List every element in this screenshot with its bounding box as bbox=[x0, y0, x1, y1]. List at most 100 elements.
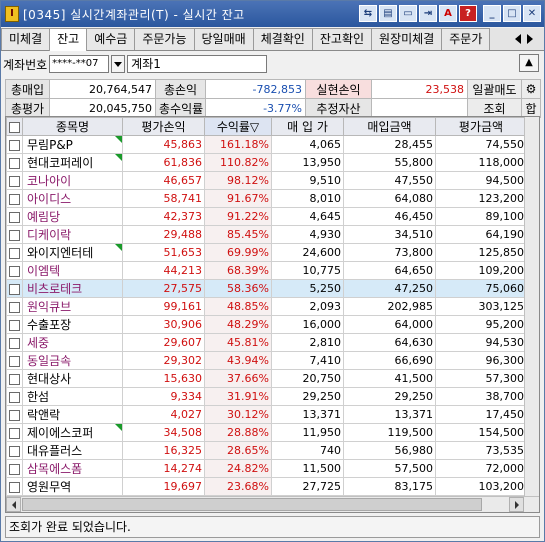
export-icon[interactable]: ⇥ bbox=[419, 5, 437, 22]
vertical-scrollbar[interactable] bbox=[524, 117, 539, 497]
table-row[interactable]: 세중 29,607 45.81% 2,810 64,630 94,530 bbox=[6, 333, 527, 352]
print-icon[interactable]: ▤ bbox=[379, 5, 397, 22]
row-checkbox[interactable] bbox=[6, 225, 23, 244]
buy-price: 5,250 bbox=[271, 279, 344, 298]
tab-balance-check[interactable]: 잔고확인 bbox=[311, 28, 373, 50]
row-checkbox[interactable] bbox=[6, 243, 23, 262]
buy-price: 10,775 bbox=[271, 261, 344, 280]
batch-sell-button[interactable]: 일괄매도 bbox=[467, 79, 522, 99]
table-row[interactable]: 아이디스 58,741 91.67% 8,010 64,080 123,200 bbox=[6, 189, 527, 208]
font-icon[interactable]: A bbox=[439, 5, 457, 22]
flag-icon bbox=[115, 154, 122, 161]
table-row[interactable]: 동일금속 29,302 43.94% 7,410 66,690 96,300 bbox=[6, 351, 527, 370]
window-icon[interactable]: ▭ bbox=[399, 5, 417, 22]
row-checkbox[interactable] bbox=[6, 351, 23, 370]
table-row[interactable]: 대유플러스 16,325 28.65% 740 56,980 73,535 bbox=[6, 441, 527, 460]
table-row[interactable]: 락앤락 4,027 30.12% 13,371 13,371 17,450 bbox=[6, 405, 527, 424]
eval-pl: 99,161 bbox=[122, 297, 205, 316]
row-checkbox[interactable] bbox=[6, 171, 23, 190]
stock-name: 비츠로테크 bbox=[22, 279, 123, 298]
return-rate: 68.39% bbox=[204, 261, 272, 280]
table-row[interactable]: 디케이락 29,488 85.45% 4,930 34,510 64,190 bbox=[6, 225, 527, 244]
tab-fill-check[interactable]: 체결확인 bbox=[252, 28, 313, 50]
table-row[interactable]: 와이지엔터테 51,653 69.99% 24,600 73,800 125,850 bbox=[6, 243, 527, 262]
table-row[interactable]: 삼목에스폼 14,274 24.82% 11,500 57,500 72,000 bbox=[6, 459, 527, 478]
row-checkbox[interactable] bbox=[6, 153, 23, 172]
tab-balance[interactable]: 잔고 bbox=[49, 28, 88, 51]
holdings-grid[interactable]: 종목명 평가손익 수익률▽ 매 입 가 매입금액 평가금액 무림P&P 45,86… bbox=[5, 116, 540, 513]
title-bar[interactable]: I [0345] 실시간계좌관리(T) - 실시간 잔고 ⇆ ▤ ▭ ⇥ A ?… bbox=[1, 1, 544, 27]
tab-daytrade[interactable]: 당일매매 bbox=[193, 28, 254, 50]
buy-amount: 55,800 bbox=[343, 153, 436, 172]
table-row[interactable]: 원익큐브 99,161 48.85% 2,093 202,985 303,125 bbox=[6, 297, 527, 316]
table-row[interactable]: 비츠로테크 27,575 58.36% 5,250 47,250 75,060 bbox=[6, 279, 527, 298]
row-checkbox[interactable] bbox=[6, 207, 23, 226]
row-checkbox[interactable] bbox=[6, 459, 23, 478]
select-all-checkbox[interactable] bbox=[6, 117, 23, 136]
column-header[interactable]: 평가손익 bbox=[122, 117, 205, 136]
column-header[interactable]: 종목명 bbox=[22, 117, 123, 136]
account-dropdown[interactable] bbox=[111, 55, 126, 73]
table-row[interactable]: 무림P&P 45,863 161.18% 4,065 28,455 74,550 bbox=[6, 135, 527, 154]
eval-pl: 15,630 bbox=[122, 369, 205, 388]
table-row[interactable]: 현대상사 15,630 37.66% 20,750 41,500 57,300 bbox=[6, 369, 527, 388]
settings-icon[interactable]: ⚙ bbox=[521, 79, 541, 99]
return-rate: 85.45% bbox=[204, 225, 272, 244]
link-icon[interactable]: ⇆ bbox=[359, 5, 377, 22]
horizontal-scrollbar[interactable] bbox=[6, 496, 539, 512]
row-checkbox[interactable] bbox=[6, 333, 23, 352]
scroll-right-icon[interactable] bbox=[509, 497, 524, 512]
row-checkbox[interactable] bbox=[6, 387, 23, 406]
table-row[interactable]: 예림당 42,373 91.22% 4,645 46,450 89,100 bbox=[6, 207, 527, 226]
row-checkbox[interactable] bbox=[6, 315, 23, 334]
account-name-field[interactable]: 계좌1 bbox=[127, 55, 268, 73]
row-checkbox[interactable] bbox=[6, 261, 23, 280]
table-row[interactable]: 현대코퍼레이 61,836 110.82% 13,950 55,800 118,000 bbox=[6, 153, 527, 172]
collapse-icon[interactable]: ▲ bbox=[519, 54, 539, 72]
eval-amount: 38,700 bbox=[435, 387, 527, 406]
row-checkbox[interactable] bbox=[6, 189, 23, 208]
total-return-label: 총수익률 bbox=[155, 98, 206, 118]
eval-pl: 58,741 bbox=[122, 189, 205, 208]
scroll-thumb[interactable] bbox=[22, 498, 482, 511]
row-checkbox[interactable] bbox=[6, 369, 23, 388]
eval-pl: 29,607 bbox=[122, 333, 205, 352]
row-checkbox[interactable] bbox=[6, 423, 23, 442]
sum-button[interactable]: 합 bbox=[521, 98, 541, 118]
table-row[interactable]: 한섬 9,334 31.91% 29,250 29,250 38,700 bbox=[6, 387, 527, 406]
minimize-icon[interactable]: _ bbox=[483, 5, 501, 22]
table-row[interactable]: 제이에스코퍼 34,508 28.88% 11,950 119,500 154,500 bbox=[6, 423, 527, 442]
close-icon[interactable]: ✕ bbox=[523, 5, 541, 22]
scroll-left-icon[interactable] bbox=[6, 497, 21, 512]
help-icon[interactable]: ? bbox=[459, 5, 477, 22]
column-header[interactable]: 수익률▽ bbox=[204, 117, 272, 136]
row-checkbox[interactable] bbox=[6, 405, 23, 424]
tab-right-icon[interactable] bbox=[527, 34, 533, 44]
eval-pl: 30,906 bbox=[122, 315, 205, 334]
table-row[interactable]: 영원무역 19,697 23.68% 27,725 83,175 103,200 bbox=[6, 477, 527, 496]
tab-ledger-unfilled[interactable]: 원장미체결 bbox=[371, 28, 443, 50]
tab-left-icon[interactable] bbox=[515, 34, 521, 44]
est-assets-value bbox=[371, 98, 468, 118]
column-header[interactable]: 평가금액 bbox=[435, 117, 527, 136]
row-checkbox[interactable] bbox=[6, 279, 23, 298]
row-checkbox[interactable] bbox=[6, 297, 23, 316]
table-row[interactable]: 수출포장 30,906 48.29% 16,000 64,000 95,200 bbox=[6, 315, 527, 334]
table-row[interactable]: 코나아이 46,657 98.12% 9,510 47,550 94,500 bbox=[6, 171, 527, 190]
tab-unfilled[interactable]: 미체결 bbox=[1, 28, 51, 50]
maximize-icon[interactable]: □ bbox=[503, 5, 521, 22]
column-header[interactable]: 매입금액 bbox=[343, 117, 436, 136]
row-checkbox[interactable] bbox=[6, 441, 23, 460]
account-number-field[interactable]: ****-**07 bbox=[49, 55, 110, 73]
tab-bar: 미체결 잔고 예수금 주문가능 당일매매 체결확인 잔고확인 원장미체결 주문가 bbox=[1, 28, 544, 51]
row-checkbox[interactable] bbox=[6, 477, 23, 496]
row-checkbox[interactable] bbox=[6, 135, 23, 154]
table-row[interactable]: 이엠텍 44,213 68.39% 10,775 64,650 109,200 bbox=[6, 261, 527, 280]
eval-pl: 19,697 bbox=[122, 477, 205, 496]
column-header[interactable]: 매 입 가 bbox=[271, 117, 344, 136]
total-pl-value: -782,853 bbox=[205, 79, 306, 99]
tab-order-price[interactable]: 주문가 bbox=[441, 28, 491, 50]
query-button[interactable]: 조회 bbox=[467, 98, 522, 118]
tab-deposit[interactable]: 예수금 bbox=[86, 28, 136, 50]
tab-orderable[interactable]: 주문가능 bbox=[134, 28, 195, 50]
